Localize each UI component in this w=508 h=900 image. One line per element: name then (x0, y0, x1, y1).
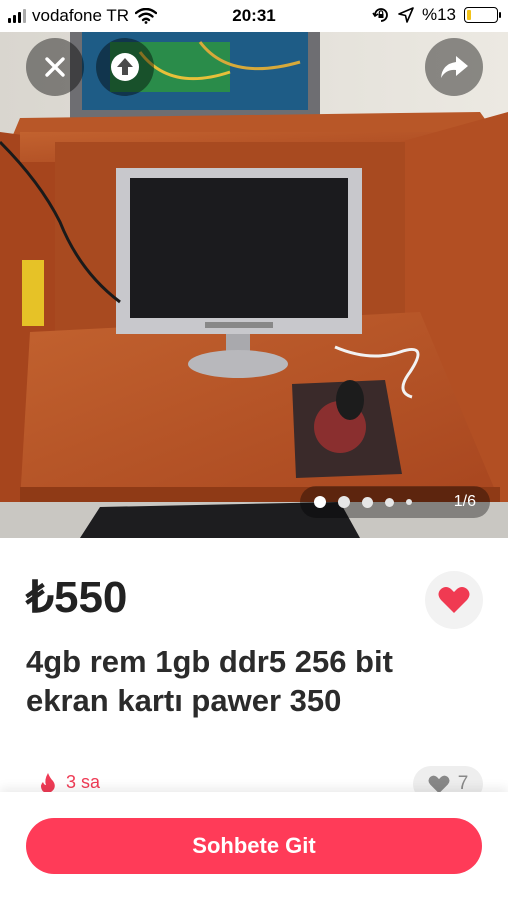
heart-icon (428, 775, 450, 793)
share-button[interactable] (425, 38, 483, 96)
price: ₺550 (26, 573, 128, 622)
upload-button[interactable] (96, 38, 154, 96)
fire-icon (41, 772, 55, 793)
go-to-chat-button[interactable]: Sohbete Git (26, 818, 482, 874)
upload-icon (111, 53, 139, 81)
pager-dot[interactable] (362, 496, 373, 508)
close-button[interactable] (26, 38, 84, 96)
posted-time-label: 3 sa (66, 772, 101, 792)
posted-time: 3 sa (40, 772, 100, 793)
close-icon (45, 57, 65, 77)
listing-photo[interactable]: 1/6 (0, 32, 508, 538)
image-pager: 1/6 (300, 486, 490, 518)
pager-dot[interactable] (314, 496, 326, 508)
pager-dot[interactable] (338, 496, 350, 508)
heart-icon (438, 587, 470, 613)
battery-percent: %13 (421, 5, 456, 24)
favorite-button[interactable] (425, 571, 483, 629)
share-icon (441, 56, 468, 78)
product-image (0, 32, 508, 538)
orientation-lock-icon (372, 8, 388, 22)
location-icon (398, 7, 414, 23)
status-bar: vodafone TR 20:31 %13 (0, 0, 508, 32)
battery-icon (464, 7, 501, 23)
image-counter: 1/6 (453, 493, 476, 510)
listing-title: 4gb rem 1gb ddr5 256 bit ekran kartı paw… (26, 644, 393, 718)
bottom-action-bar: Sohbete Git (0, 792, 508, 900)
pager-dot[interactable] (406, 499, 412, 505)
pager-dot[interactable] (385, 497, 394, 507)
